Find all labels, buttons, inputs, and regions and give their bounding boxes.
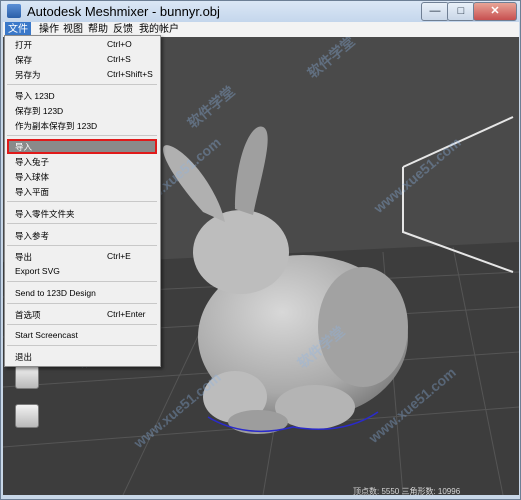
shortcut-save: Ctrl+S xyxy=(107,54,131,64)
menu-item-send-123d-design[interactable]: Send to 123D Design xyxy=(15,288,96,298)
menu-item-import-sphere[interactable]: 导入球体 xyxy=(15,171,49,183)
file-menu-dropdown: 打开 Ctrl+O 保存 Ctrl+S 另存为 Ctrl+Shift+S 导入 … xyxy=(4,35,161,367)
menu-separator xyxy=(7,223,157,224)
menu-separator xyxy=(7,303,157,304)
shortcut-open: Ctrl+O xyxy=(107,39,132,49)
menu-item-save[interactable]: 保存 xyxy=(15,54,32,66)
menu-item-save-copy-123d[interactable]: 作为副本保存到 123D xyxy=(15,120,97,132)
shortcut-save-as: Ctrl+Shift+S xyxy=(107,69,153,79)
menu-separator xyxy=(7,345,157,346)
title-bar[interactable]: Autodesk Meshmixer - bunnyr.obj — □ ✕ xyxy=(1,1,520,22)
export-icon[interactable] xyxy=(15,404,39,428)
menu-item-import[interactable]: 导入 xyxy=(15,141,32,153)
menu-item-exit[interactable]: 退出 xyxy=(15,351,32,363)
import-icon[interactable] xyxy=(15,365,39,389)
menu-item-open[interactable]: 打开 xyxy=(15,39,32,51)
menu-separator xyxy=(7,135,157,136)
app-icon xyxy=(7,4,21,18)
menu-item-save-as[interactable]: 另存为 xyxy=(15,69,41,81)
menu-separator xyxy=(7,281,157,282)
maximize-button[interactable]: □ xyxy=(447,2,475,21)
menu-item-export[interactable]: 导出 xyxy=(15,251,32,263)
menu-item-start-screencast[interactable]: Start Screencast xyxy=(15,330,78,340)
menu-item-import-plane[interactable]: 导入平面 xyxy=(15,186,49,198)
close-button[interactable]: ✕ xyxy=(473,2,517,21)
minimize-button[interactable]: — xyxy=(421,2,449,21)
menu-separator xyxy=(7,201,157,202)
menu-item-import-123d[interactable]: 导入 123D xyxy=(15,90,55,102)
menu-item-save-to-123d[interactable]: 保存到 123D xyxy=(15,105,63,117)
menu-separator xyxy=(7,245,157,246)
shortcut-export: Ctrl+E xyxy=(107,251,131,261)
menu-separator xyxy=(7,324,157,325)
window-title: Autodesk Meshmixer - bunnyr.obj xyxy=(27,4,220,19)
menu-item-export-svg[interactable]: Export SVG xyxy=(15,266,60,276)
menu-item-preferences[interactable]: 首选项 xyxy=(15,309,41,321)
menu-item-import-reference[interactable]: 导入参考 xyxy=(15,230,49,242)
shortcut-preferences: Ctrl+Enter xyxy=(107,309,146,319)
status-text: 顶点数: 5550 三角形数: 10996 xyxy=(353,487,461,496)
menu-separator xyxy=(7,84,157,85)
menu-item-import-bunny[interactable]: 导入兔子 xyxy=(15,156,49,168)
menu-item-import-parts-folder[interactable]: 导入零件文件夹 xyxy=(15,208,75,220)
